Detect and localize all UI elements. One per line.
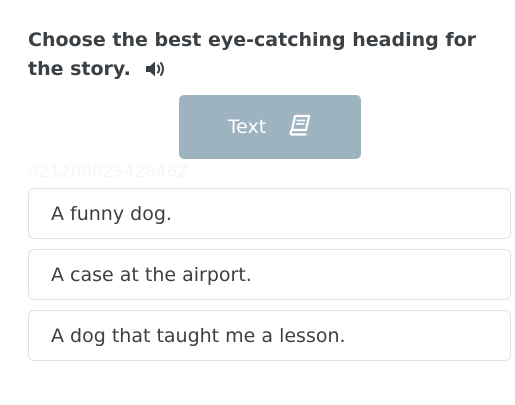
text-button[interactable]: Text — [179, 95, 361, 159]
answer-option-label: A dog that taught me a lesson. — [51, 324, 346, 347]
answer-option-label: A case at the airport. — [51, 263, 252, 286]
answer-option[interactable]: A funny dog. — [28, 188, 511, 239]
speaker-icon[interactable] — [145, 58, 167, 87]
question-text: Choose the best eye-catching heading for… — [28, 29, 477, 80]
text-button-label: Text — [227, 116, 267, 138]
question-heading: Choose the best eye-catching heading for… — [28, 26, 512, 87]
answer-option[interactable]: A dog that taught me a lesson. — [28, 310, 511, 361]
watermark-text: 02120602542846Z — [28, 162, 189, 181]
answer-option[interactable]: A case at the airport. — [28, 249, 511, 300]
book-icon — [288, 114, 312, 141]
answer-option-label: A funny dog. — [51, 202, 172, 225]
